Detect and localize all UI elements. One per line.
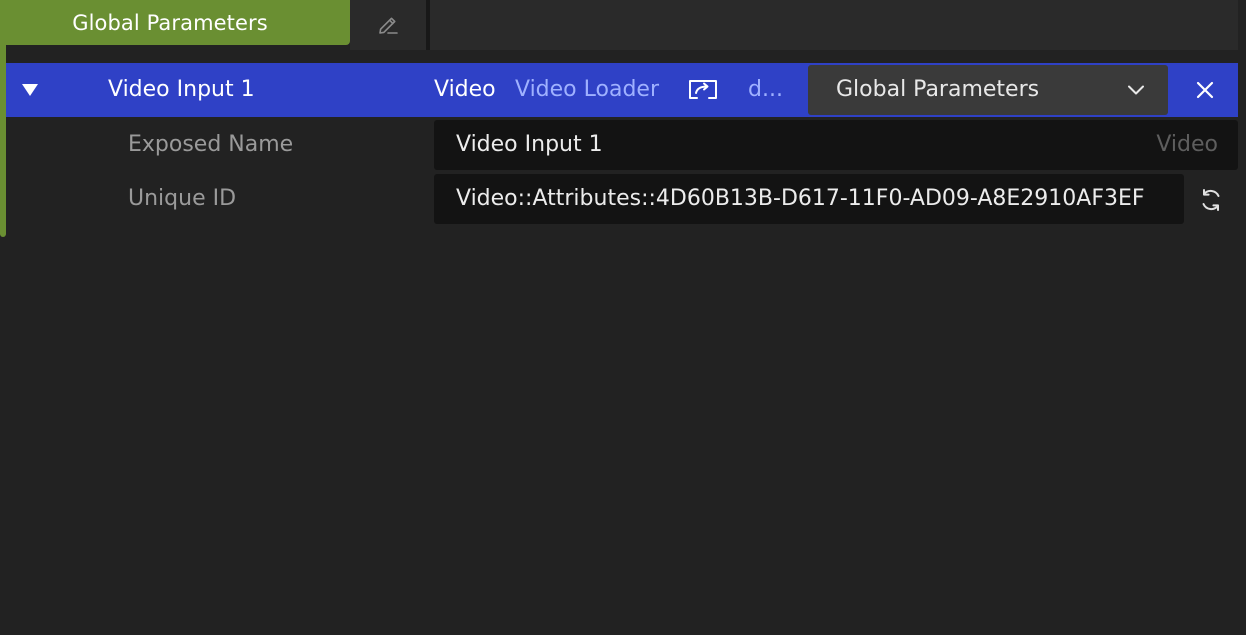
- refresh-icon: [1202, 189, 1220, 211]
- unique-id-field[interactable]: [434, 174, 1184, 224]
- parameter-source[interactable]: Video Loader: [515, 63, 659, 117]
- edit-group-button[interactable]: [350, 0, 426, 50]
- chevron-down-icon: [1128, 85, 1144, 95]
- close-icon: [1196, 81, 1214, 99]
- parameter-name: Video Input 1: [108, 77, 255, 102]
- header-toolbar-area: [430, 0, 1238, 50]
- parameter-more-info[interactable]: d...: [748, 63, 783, 117]
- exposed-name-type-hint: Video: [1156, 132, 1218, 157]
- parameter-type: Video: [434, 77, 496, 102]
- group-tab[interactable]: Global Parameters: [0, 0, 350, 45]
- cast-button[interactable]: [686, 76, 720, 104]
- unique-id-input[interactable]: [456, 174, 1164, 224]
- exposed-name-label: Exposed Name: [128, 132, 294, 157]
- cast-screen-icon: [689, 80, 717, 99]
- exposed-name-field[interactable]: Video: [434, 120, 1238, 170]
- exposed-name-input[interactable]: [456, 120, 1238, 170]
- parameters-panel: Global Parameters Video Input 1 Video Vi…: [0, 0, 1246, 635]
- pencil-icon: [379, 17, 398, 34]
- remove-parameter-button[interactable]: [1184, 70, 1226, 110]
- scope-dropdown-value: Global Parameters: [836, 77, 1040, 102]
- parameter-row[interactable]: Video Input 1 Video Video Loader d... Gl…: [6, 63, 1238, 117]
- regenerate-id-button[interactable]: [1194, 184, 1228, 216]
- group-tab-label: Global Parameters: [72, 10, 268, 35]
- scope-dropdown[interactable]: Global Parameters: [808, 65, 1168, 115]
- unique-id-label: Unique ID: [128, 186, 237, 211]
- collapse-toggle[interactable]: [19, 80, 41, 100]
- triangle-down-icon: [22, 84, 38, 96]
